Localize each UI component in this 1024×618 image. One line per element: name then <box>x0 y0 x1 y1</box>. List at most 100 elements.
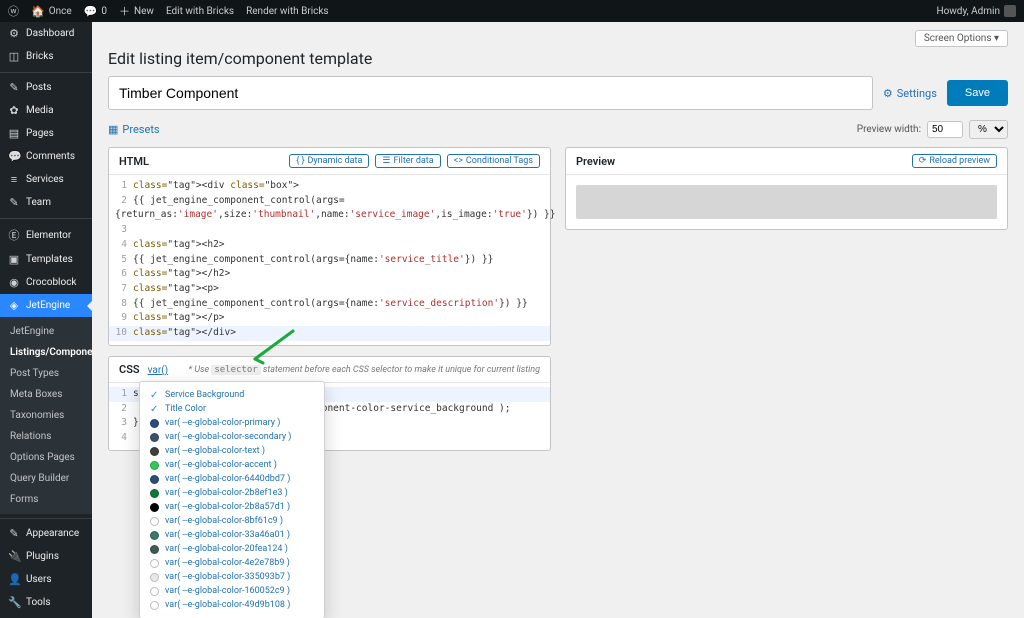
site-name[interactable]: 🏠Once <box>31 6 72 17</box>
autocomplete-item[interactable]: var( --e-global-color-20fea124 ) <box>140 542 324 556</box>
sidebar-item-label: Plugins <box>26 551 59 562</box>
autocomplete-label: var( --e-global-color-accent ) <box>165 460 277 470</box>
presets-link[interactable]: ▦Presets <box>108 123 160 136</box>
autocomplete-label: var( --e-global-color-20fea124 ) <box>165 544 288 554</box>
menu-icon: 🔌 <box>8 550 20 563</box>
color-swatch <box>150 573 159 582</box>
color-swatch <box>150 391 159 400</box>
render-with-bricks[interactable]: Render with Bricks <box>246 6 329 17</box>
menu-icon: ✿ <box>8 104 20 117</box>
sidebar-item-label: Appearance <box>26 528 79 539</box>
menu-icon: ◫ <box>8 50 20 63</box>
sidebar-sub-forms[interactable]: Forms <box>0 489 92 510</box>
sidebar-item-team[interactable]: ✎Team <box>0 191 92 214</box>
color-swatch <box>150 419 159 428</box>
autocomplete-item[interactable]: Service Background <box>140 388 324 402</box>
sidebar-item-templates[interactable]: ▣Templates <box>0 248 92 271</box>
template-name-input[interactable] <box>108 76 873 110</box>
preview-width-label: Preview width: <box>857 124 921 135</box>
reload-preview-button[interactable]: ⟳Reload preview <box>912 154 997 168</box>
edit-with-bricks[interactable]: Edit with Bricks <box>166 6 234 17</box>
html-panel-title: HTML <box>119 155 149 168</box>
autocomplete-item[interactable]: var( --e-global-color-2b8ef1e3 ) <box>140 486 324 500</box>
sidebar-item-label: Bricks <box>26 51 54 62</box>
sidebar-item-elementor[interactable]: ⒺElementor <box>0 218 92 248</box>
autocomplete-item[interactable]: var( --e-global-color-2b8a57d1 ) <box>140 500 324 514</box>
sidebar-item-comments[interactable]: 💬Comments <box>0 145 92 168</box>
sidebar-item-label: Comments <box>26 151 75 162</box>
autocomplete-label: var( --e-global-color-primary ) <box>165 418 280 428</box>
sidebar-item-posts[interactable]: ✎Posts <box>0 72 92 99</box>
menu-icon: ▣ <box>8 253 20 266</box>
sidebar-item-label: Posts <box>26 82 52 93</box>
sidebar-sub-taxonomies[interactable]: Taxonomies <box>0 405 92 426</box>
new-content[interactable]: ＋New <box>119 6 154 17</box>
autocomplete-item[interactable]: var( --e-global-color-49d9b108 ) <box>140 598 324 612</box>
save-button[interactable]: Save <box>947 80 1008 106</box>
howdy-user[interactable]: Howdy, Admin <box>936 5 1016 17</box>
sidebar-item-users[interactable]: 👤Users <box>0 568 92 591</box>
autocomplete-item[interactable]: var( --e-global-color-accent ) <box>140 458 324 472</box>
sidebar-item-dashboard[interactable]: ⚙Dashboard <box>0 22 92 45</box>
filter-icon: ☰ <box>382 156 390 166</box>
autocomplete-item[interactable]: var( --e-global-color-text ) <box>140 444 324 458</box>
sidebar-item-jetengine[interactable]: ◈JetEngine <box>0 294 92 317</box>
sidebar-item-appearance[interactable]: ✎ Appearance <box>0 518 92 545</box>
screen-options-toggle[interactable]: Screen Options ▾ <box>915 30 1008 47</box>
menu-icon: ⚙ <box>8 27 20 40</box>
sidebar-item-label: Team <box>26 197 51 208</box>
html-editor[interactable]: 1class="tag"><div class="box">2{{ jet_en… <box>109 175 550 345</box>
autocomplete-item[interactable]: var( --e-global-color-4e2e78b9 ) <box>140 556 324 570</box>
autocomplete-item[interactable]: var( --e-global-color-160052c9 ) <box>140 584 324 598</box>
css-var-link[interactable]: var() <box>148 365 169 376</box>
sidebar-item-label: Pages <box>26 128 54 139</box>
preview-width-unit[interactable]: % <box>969 120 1008 139</box>
sidebar-item-crocoblock[interactable]: ◉Crocoblock <box>0 271 92 294</box>
conditional-tags-button[interactable]: <>Conditional Tags <box>447 154 540 168</box>
autocomplete-item[interactable]: var( --e-global-color-335093b7 ) <box>140 570 324 584</box>
autocomplete-label: var( --e-global-color-secondary ) <box>165 432 291 442</box>
sidebar-item-label: Media <box>26 105 54 116</box>
sidebar-item-plugins[interactable]: 🔌 Plugins <box>0 545 92 568</box>
sidebar-sub-meta-boxes[interactable]: Meta Boxes <box>0 384 92 405</box>
menu-icon: ◈ <box>8 299 20 312</box>
autocomplete-label: var( --e-global-color-160052c9 ) <box>165 586 290 596</box>
sidebar-sub-jetengine[interactable]: JetEngine <box>0 321 92 342</box>
autocomplete-label: var( --e-global-color-2b8a57d1 ) <box>165 502 290 512</box>
autocomplete-item[interactable]: var( --e-global-color-secondary ) <box>140 430 324 444</box>
braces-icon: { } <box>296 156 304 166</box>
presets-icon: ▦ <box>108 123 118 136</box>
html-panel: HTML { }Dynamic data ☰Filter data <>Cond… <box>108 147 551 346</box>
menu-icon: 👤 <box>8 573 20 586</box>
wp-logo[interactable]: ⓦ <box>8 6 19 17</box>
sidebar-item-tools[interactable]: 🔧Tools <box>0 591 92 614</box>
autocomplete-item[interactable]: var( --e-global-color-8bf61c9 ) <box>140 514 324 528</box>
preview-width-input[interactable] <box>927 121 963 138</box>
sidebar-item-services[interactable]: ≡Services <box>0 168 92 191</box>
sidebar-submenu: JetEngineListings/ComponentsPost TypesMe… <box>0 317 92 514</box>
autocomplete-item[interactable]: var( --e-global-color-6440dbd7 ) <box>140 472 324 486</box>
sidebar-item-media[interactable]: ✿ Media <box>0 99 92 122</box>
sidebar-item-label: Crocoblock <box>26 277 77 288</box>
autocomplete-item[interactable]: var( --e-global-color-33a46a01 ) <box>140 528 324 542</box>
dynamic-data-button[interactable]: { }Dynamic data <box>289 154 369 168</box>
settings-link[interactable]: ⚙Settings <box>883 87 937 100</box>
sidebar-sub-post-types[interactable]: Post Types <box>0 363 92 384</box>
comments-count[interactable]: 💬0 <box>84 6 107 17</box>
sidebar-item-settings[interactable]: ⚙Settings <box>0 614 92 618</box>
color-swatch <box>150 559 159 568</box>
filter-data-button[interactable]: ☰Filter data <box>375 154 440 168</box>
sidebar-item-pages[interactable]: ▤Pages <box>0 122 92 145</box>
autocomplete-item[interactable]: Title Color <box>140 402 324 416</box>
preview-width-control: Preview width: % <box>857 120 1008 139</box>
sidebar-sub-query-builder[interactable]: Query Builder <box>0 468 92 489</box>
sidebar-item-bricks[interactable]: ◫ Bricks <box>0 45 92 68</box>
sidebar-sub-relations[interactable]: Relations <box>0 426 92 447</box>
autocomplete-label: Service Background <box>165 390 244 400</box>
autocomplete-item[interactable]: var( --e-global-color-primary ) <box>140 416 324 430</box>
menu-icon: ✎ <box>8 527 20 540</box>
sidebar-sub-options-pages[interactable]: Options Pages <box>0 447 92 468</box>
preview-placeholder <box>576 185 997 219</box>
gear-icon: ⚙ <box>883 87 893 100</box>
sidebar-sub-listings-components[interactable]: Listings/Components <box>0 342 92 363</box>
